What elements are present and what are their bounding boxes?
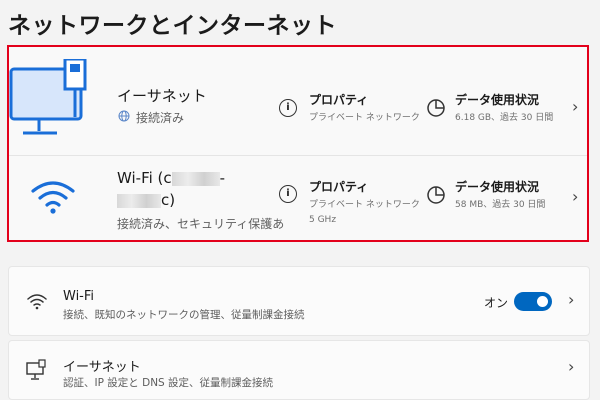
wifi-usage-value: 58 MB、過去 30 日間 <box>455 200 546 210</box>
chevron-right-icon[interactable]: › <box>572 97 578 116</box>
wifi-icon <box>27 294 47 310</box>
ethernet-card-subtitle: 認証、IP 設定と DNS 設定、従量制課金接続 <box>63 377 274 389</box>
chevron-right-icon[interactable]: › <box>568 290 574 309</box>
wifi-status-row[interactable]: Wi-Fi (c - c) 接続済み、セキュリティ保護あ i プロパティ プライベ… <box>9 157 587 242</box>
redacted-text <box>117 193 161 208</box>
wifi-name-suffix: c) <box>161 191 176 209</box>
wifi-band: 5 GHz <box>309 215 337 225</box>
wifi-toggle[interactable] <box>514 292 552 311</box>
wifi-icon <box>31 181 75 214</box>
pie-chart-icon <box>427 99 445 117</box>
wifi-name-prefix: Wi-Fi (c <box>117 169 172 187</box>
ethernet-connection-status: 接続済み <box>136 111 185 125</box>
ethernet-name: イーサネット <box>117 87 207 105</box>
network-status-panel: イーサネット 接続済み i プロパティ プライベート ネットワーク データ使用状… <box>7 45 589 242</box>
wifi-card-subtitle: 接続、既知のネットワークの管理、従量制課金接続 <box>63 309 305 321</box>
pie-chart-icon <box>427 186 445 204</box>
ethernet-usage-label[interactable]: データ使用状況 <box>455 91 539 108</box>
globe-icon <box>118 110 130 122</box>
ethernet-settings-card[interactable]: イーサネット 認証、IP 設定と DNS 設定、従量制課金接続 › <box>8 340 590 400</box>
ethernet-usage-value: 6.18 GB、過去 30 日間 <box>455 113 554 123</box>
wifi-properties-label[interactable]: プロパティ <box>309 178 368 195</box>
wifi-network-profile: プライベート ネットワーク <box>309 200 420 210</box>
wifi-card-title: Wi-Fi <box>63 289 95 304</box>
redacted-text <box>171 171 220 186</box>
wifi-network-name: Wi-Fi (c - <box>117 169 226 187</box>
ethernet-network-profile: プライベート ネットワーク <box>309 113 420 123</box>
ethernet-monitor-icon <box>9 59 87 135</box>
info-icon: i <box>279 185 297 203</box>
row-divider <box>9 155 587 156</box>
wifi-connection-status: 接続済み、セキュリティ保護あ <box>117 217 285 231</box>
page-title: ネットワークとインターネット <box>8 13 337 39</box>
ethernet-properties-label[interactable]: プロパティ <box>309 91 368 108</box>
chevron-right-icon[interactable]: › <box>572 187 578 206</box>
wifi-toggle-label: オン <box>484 296 509 310</box>
ethernet-status-row[interactable]: イーサネット 接続済み i プロパティ プライベート ネットワーク データ使用状… <box>9 47 587 143</box>
info-icon: i <box>279 99 297 117</box>
wifi-network-name-line2: c) <box>117 191 175 209</box>
ethernet-icon <box>26 359 46 380</box>
chevron-right-icon[interactable]: › <box>568 357 574 376</box>
wifi-usage-label[interactable]: データ使用状況 <box>455 178 539 195</box>
ethernet-card-title: イーサネット <box>63 360 141 375</box>
wifi-settings-card[interactable]: Wi-Fi 接続、既知のネットワークの管理、従量制課金接続 オン › <box>8 266 590 336</box>
